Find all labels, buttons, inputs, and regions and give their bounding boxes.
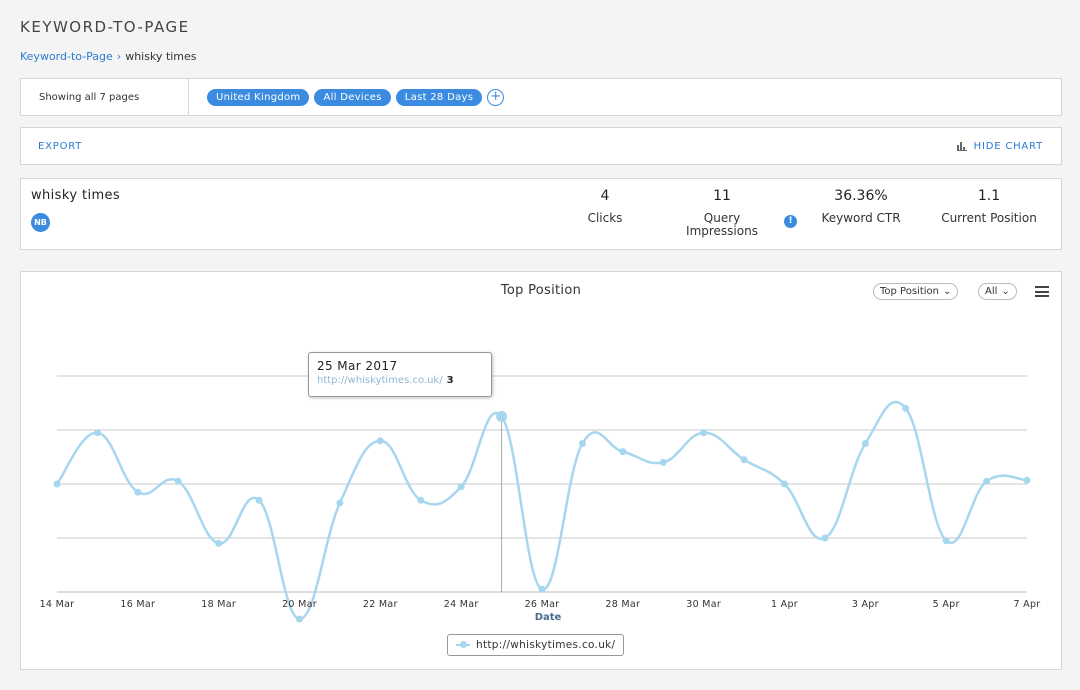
data-point <box>93 429 101 437</box>
data-point <box>983 477 991 485</box>
metric-ctr: 36.36% Keyword CTR <box>806 188 916 225</box>
keyword-stats-panel: whisky times NB 4 Clicks 11 Query Impres… <box>20 178 1062 250</box>
x-tick-label: 28 Mar <box>605 599 640 610</box>
data-point <box>821 534 829 542</box>
chevron-down-icon: ⌄ <box>943 286 952 297</box>
data-point <box>174 477 182 485</box>
line-chart: 14 Mar 16 Mar 18 Mar 20 Mar 22 Mar 24 Mar 26 M… <box>40 375 1041 623</box>
hide-chart-button[interactable]: HIDE CHART <box>956 140 1043 152</box>
avatar: NB <box>31 213 50 232</box>
filter-chip-device[interactable]: All Devices <box>314 88 391 106</box>
data-point <box>417 496 425 504</box>
x-tick-label: 22 Mar <box>363 599 398 610</box>
x-tick-label: 24 Mar <box>444 599 479 610</box>
data-point <box>619 448 627 456</box>
position-label: Current Position <box>941 211 1037 225</box>
metric-impressions: 11 Query Impressions <box>672 188 772 238</box>
hamburger-menu-icon[interactable] <box>1035 286 1049 300</box>
data-point <box>53 480 61 488</box>
tooltip-value: 3 <box>446 375 454 386</box>
x-tick-label: 16 Mar <box>120 599 155 610</box>
position-value: 1.1 <box>977 188 1001 204</box>
data-point <box>659 458 667 466</box>
data-point <box>740 456 748 464</box>
x-tick-label: 5 Apr <box>933 599 960 610</box>
clicks-label: Clicks <box>587 211 623 225</box>
data-point <box>134 488 142 496</box>
impressions-value: 11 <box>713 188 731 204</box>
data-point <box>376 437 384 445</box>
series-filter-select[interactable]: All ⌄ <box>978 283 1017 300</box>
filter-chips: United Kingdom All Devices Last 28 Days … <box>189 88 505 106</box>
legend-swatch <box>456 641 470 649</box>
add-filter-icon[interactable]: + <box>487 88 505 106</box>
ctr-label: Keyword CTR <box>821 211 901 225</box>
x-tick-label: 30 Mar <box>686 599 721 610</box>
x-axis-title: Date <box>535 612 562 623</box>
data-point <box>296 615 303 623</box>
chart-panel: 14 Mar 16 Mar 18 Mar 20 Mar 22 Mar 24 Mar 26 M… <box>20 271 1062 670</box>
data-point <box>781 480 788 488</box>
data-point <box>255 496 263 504</box>
x-tick-label: 1 Apr <box>771 599 798 610</box>
impressions-label-line2: Impressions <box>686 224 758 238</box>
results-summary: Showing all 7 pages <box>21 79 189 115</box>
data-point <box>215 539 223 547</box>
data-point <box>861 440 869 447</box>
data-point <box>1023 476 1031 484</box>
metric-clicks: 4 Clicks <box>565 188 645 225</box>
bar-chart-icon <box>956 142 967 151</box>
breadcrumb: Keyword-to-Page › whisky times <box>20 50 197 63</box>
data-point <box>457 483 465 491</box>
x-tick-label: 7 Apr <box>1014 599 1041 610</box>
clicks-value: 4 <box>600 188 610 204</box>
ctr-value: 36.36% <box>834 188 888 204</box>
data-point <box>538 585 546 593</box>
hide-chart-label: HIDE CHART <box>973 140 1043 152</box>
data-point <box>700 429 708 437</box>
x-tick-label: 20 Mar <box>282 599 317 610</box>
chart-legend[interactable]: http://whiskytimes.co.uk/ <box>447 634 625 656</box>
filter-chip-country[interactable]: United Kingdom <box>207 88 310 106</box>
action-bar: EXPORT HIDE CHART <box>20 127 1062 165</box>
data-point <box>496 411 508 422</box>
metric-position: 1.1 Current Position <box>929 188 1049 225</box>
keyword-name: whisky times <box>31 188 121 203</box>
chart-tooltip: 25 Mar 2017 http://whiskytimes.co.uk/3 <box>308 352 492 397</box>
breadcrumb-current: whisky times <box>125 50 197 63</box>
metric-select[interactable]: Top Position ⌄ <box>873 283 959 300</box>
data-point <box>902 404 910 412</box>
filter-chip-date-range[interactable]: Last 28 Days <box>395 88 483 106</box>
series-filter-value: All <box>985 286 998 297</box>
tooltip-date: 25 Mar 2017 <box>317 359 398 373</box>
breadcrumb-root-link[interactable]: Keyword-to-Page <box>20 50 113 63</box>
filter-bar: Showing all 7 pages United Kingdom All D… <box>20 78 1062 116</box>
export-button[interactable]: EXPORT <box>38 141 82 152</box>
metric-select-value: Top Position <box>880 286 939 297</box>
data-point <box>942 537 950 545</box>
legend-series-name: http://whiskytimes.co.uk/ <box>476 639 616 651</box>
x-tick-label: 18 Mar <box>201 599 236 610</box>
tooltip-series-name: http://whiskytimes.co.uk/ <box>317 375 443 386</box>
chevron-down-icon: ⌄ <box>1001 286 1010 297</box>
x-tick-label: 26 Mar <box>525 599 560 610</box>
page-title: KEYWORD-TO-PAGE <box>20 18 190 36</box>
impressions-label: Query Impressions <box>672 212 772 238</box>
x-tick-label: 14 Mar <box>40 599 75 610</box>
x-tick-label: 3 Apr <box>852 599 879 610</box>
info-icon[interactable]: ! <box>784 215 797 228</box>
data-point <box>578 440 586 447</box>
data-point <box>336 499 344 507</box>
chevron-right-icon: › <box>116 50 122 63</box>
